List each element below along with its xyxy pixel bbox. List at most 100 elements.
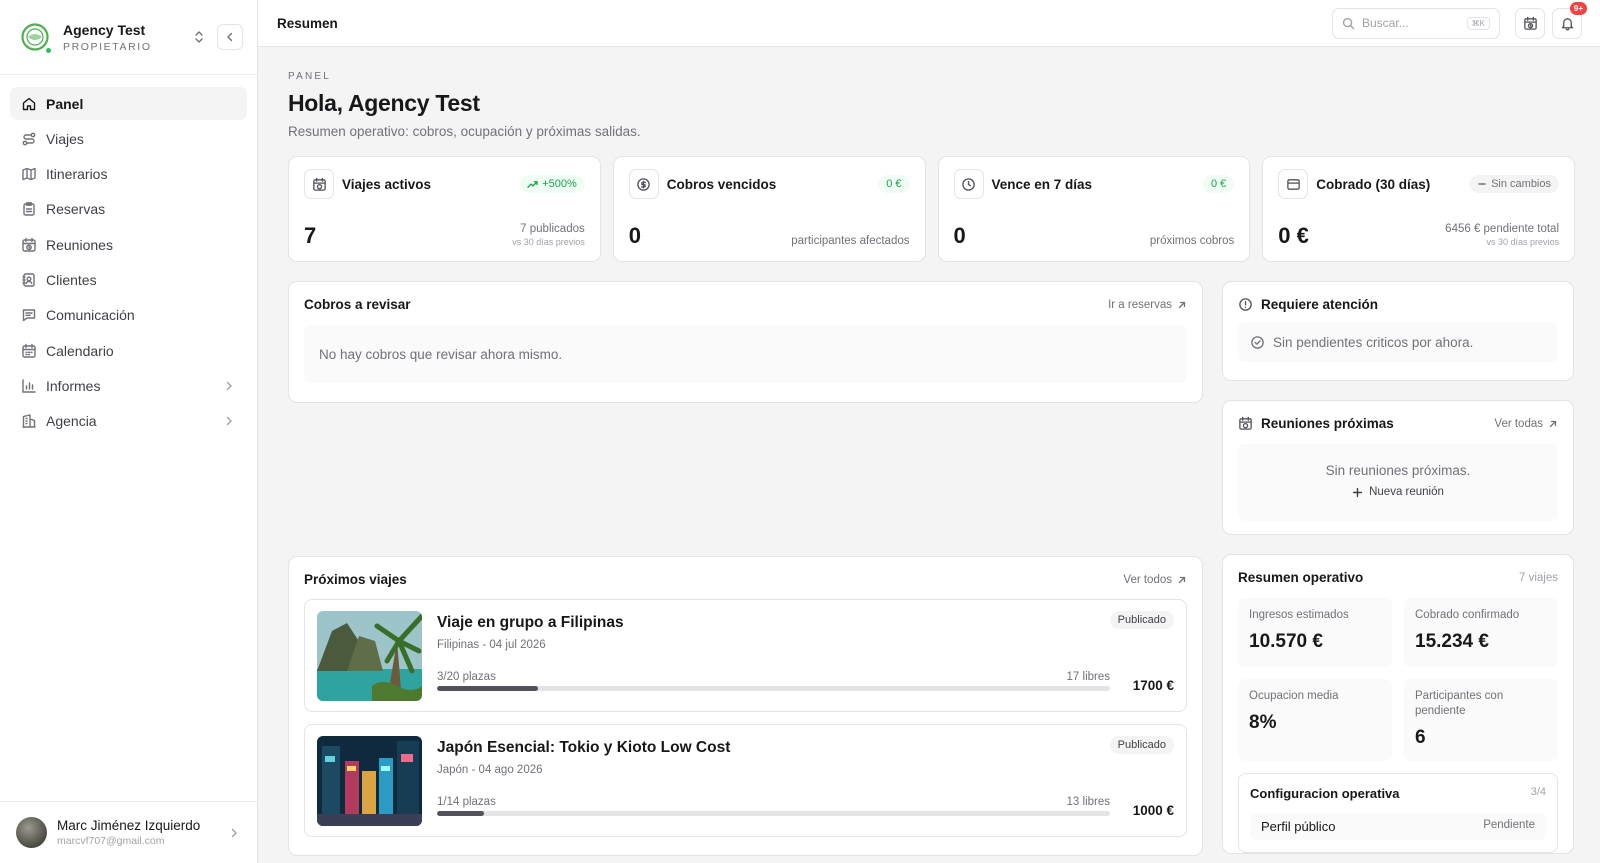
see-all-trips-link[interactable]: Ver todos	[1123, 574, 1187, 586]
search-input[interactable]: Buscar... ⌘K	[1332, 7, 1500, 39]
occupancy-bar	[437, 811, 1110, 816]
stat-card-cobros-vencidos: Cobros vencidos 0 € 0 participantes afec…	[612, 156, 926, 262]
stat-value: 0 €	[1278, 223, 1309, 248]
sidebar-item-calendario[interactable]: Calendario	[10, 334, 247, 367]
search-shortcut: ⌘K	[1466, 16, 1490, 30]
minus-icon	[1478, 183, 1486, 185]
trip-plazas: 3/20 plazas	[437, 671, 496, 683]
sidebar-item-label: Panel	[46, 95, 84, 112]
trip-count: 7 viajes	[1519, 571, 1558, 584]
trip-card[interactable]: Viaje en grupo a Filipinas Filipinas - 0…	[304, 599, 1187, 712]
sidebar-item-agencia[interactable]: Agencia	[10, 405, 247, 438]
trip-title: Viaje en grupo a Filipinas	[437, 614, 624, 631]
stat-note: próximos cobros	[1149, 235, 1235, 247]
sidebar-item-label: Comunicación	[46, 307, 135, 324]
agency-switcher[interactable]: Agency Test PROPIETARIO	[0, 0, 257, 75]
sidebar-item-label: Calendario	[46, 342, 114, 359]
plus-icon	[1353, 487, 1363, 497]
resumen-operativo-panel: Resumen operativo 7 viajes Ingresos esti…	[1222, 554, 1574, 854]
chevron-left-icon	[227, 32, 233, 42]
stat-value: 7	[304, 223, 317, 248]
clock-icon	[953, 169, 984, 199]
trending-up-icon	[527, 180, 538, 188]
search-placeholder: Buscar...	[1362, 16, 1409, 30]
sidebar-item-label: Reuniones	[46, 236, 113, 253]
sidebar-item-label: Informes	[46, 377, 101, 394]
occupancy-bar	[437, 686, 1110, 691]
sidebar-item-panel[interactable]: Panel	[10, 87, 247, 120]
reuniones-proximas-panel: Reuniones próximas Ver todas Sin reunion…	[1222, 400, 1574, 535]
sidebar-item-label: Clientes	[46, 271, 97, 288]
trip-price: 1000 €	[1132, 803, 1174, 818]
home-icon	[21, 96, 37, 112]
trip-price: 1700 €	[1132, 678, 1174, 693]
status-badge: Pendiente	[1483, 819, 1535, 831]
calendar-button[interactable]	[1515, 7, 1545, 39]
config-progress: 3/4	[1530, 786, 1546, 798]
trip-card[interactable]: Japón Esencial: Tokio y Kioto Low Cost J…	[304, 724, 1187, 837]
greeting-heading: Hola, Agency Test	[288, 90, 480, 116]
sidebar-item-clientes[interactable]: Clientes	[10, 263, 247, 296]
attention-message: Sin pendientes criticos por ahora.	[1273, 334, 1474, 350]
trip-image	[317, 611, 422, 701]
calendar-clock-icon	[304, 169, 334, 199]
metric-ocupacion-media: Ocupacion media 8%	[1238, 679, 1392, 761]
wallet-icon	[1278, 169, 1309, 199]
message-icon	[21, 307, 37, 323]
trend-badge: Sin cambios	[1469, 175, 1559, 193]
stat-card-cobrado-30-dias: Cobrado (30 días) Sin cambios 0 € 6456 €…	[1262, 156, 1575, 262]
trip-libres: 13 libres	[1066, 796, 1110, 808]
stats-row: Viajes activos +500% 7 7 publicados vs 3…	[288, 156, 1575, 262]
see-all-meetings-link[interactable]: Ver todas	[1494, 418, 1558, 430]
chevron-right-icon	[222, 414, 236, 428]
contacts-icon	[21, 272, 37, 288]
trip-image	[317, 736, 422, 826]
route-icon	[21, 131, 37, 147]
map-icon	[21, 166, 37, 182]
topbar: Resumen Buscar... ⌘K 9+	[258, 0, 1600, 47]
sidebar-item-reservas[interactable]: Reservas	[10, 193, 247, 226]
trip-libres: 17 libres	[1066, 671, 1110, 683]
status-badge: Publicado	[1109, 611, 1174, 629]
user-menu[interactable]: Marc Jiménez Izquierdo marcvf707@gmail.c…	[0, 801, 257, 863]
status-badge: Publicado	[1109, 736, 1174, 754]
metric-cobrado-confirmado: Cobrado confirmado 15.234 €	[1404, 598, 1558, 667]
stat-note: participantes afectados	[791, 235, 910, 247]
dashboard-content: PANEL Hola, Agency Test Resumen operativ…	[258, 47, 1600, 863]
amount-badge: 0 €	[878, 175, 910, 193]
sidebar-item-itinerarios[interactable]: Itinerarios	[10, 158, 247, 191]
sidebar: Agency Test PROPIETARIO Panel Viajes Iti…	[0, 0, 258, 863]
sidebar-item-comunicacion[interactable]: Comunicación	[10, 299, 247, 332]
metric-ingresos-estimados: Ingresos estimados 10.570 €	[1238, 598, 1392, 667]
config-operativa: Configuracion operativa 3/4 Perfil públi…	[1238, 773, 1558, 853]
sidebar-item-label: Reservas	[46, 201, 106, 218]
avatar	[16, 817, 47, 848]
trip-subtitle: Filipinas - 04 jul 2026	[437, 639, 546, 651]
chevron-right-icon	[222, 379, 236, 393]
sidebar-nav: Panel Viajes Itinerarios Reservas Reunio…	[0, 75, 257, 801]
sidebar-item-informes[interactable]: Informes	[10, 369, 247, 402]
collapse-sidebar-button[interactable]	[217, 24, 243, 50]
stat-note: 6456 € pendiente total	[1445, 223, 1559, 235]
panel-title: Próximos viajes	[304, 572, 407, 587]
arrow-up-right-icon	[1178, 301, 1186, 308]
search-icon	[1342, 17, 1355, 30]
requiere-atencion-panel: Requiere atención Sin pendientes critico…	[1222, 281, 1574, 381]
user-email: marcvf707@gmail.com	[57, 835, 165, 847]
config-title: Configuracion operativa	[1250, 786, 1400, 801]
sidebar-item-label: Itinerarios	[46, 166, 108, 183]
stat-value: 0	[953, 223, 966, 248]
calendar-clock-icon	[1238, 416, 1253, 431]
go-to-reservas-link[interactable]: Ir a reservas	[1108, 299, 1187, 311]
alert-circle-icon	[1238, 297, 1253, 312]
stat-card-vence-7-dias: Vence en 7 días 0 € 0 próximos cobros	[937, 156, 1251, 262]
chevrons-up-down-icon[interactable]	[191, 29, 207, 45]
occupancy-fill	[437, 686, 538, 691]
new-meeting-button[interactable]: Nueva reunión	[1238, 486, 1558, 498]
notifications-button[interactable]: 9+	[1552, 1, 1587, 39]
sidebar-item-reuniones[interactable]: Reuniones	[10, 228, 247, 261]
sidebar-item-viajes[interactable]: Viajes	[10, 122, 247, 155]
stat-comparison: vs 30 días previos	[1486, 237, 1559, 247]
stat-title: Viajes activos	[342, 176, 432, 192]
config-item-perfil-publico[interactable]: Perfil público Pendiente	[1250, 813, 1546, 840]
